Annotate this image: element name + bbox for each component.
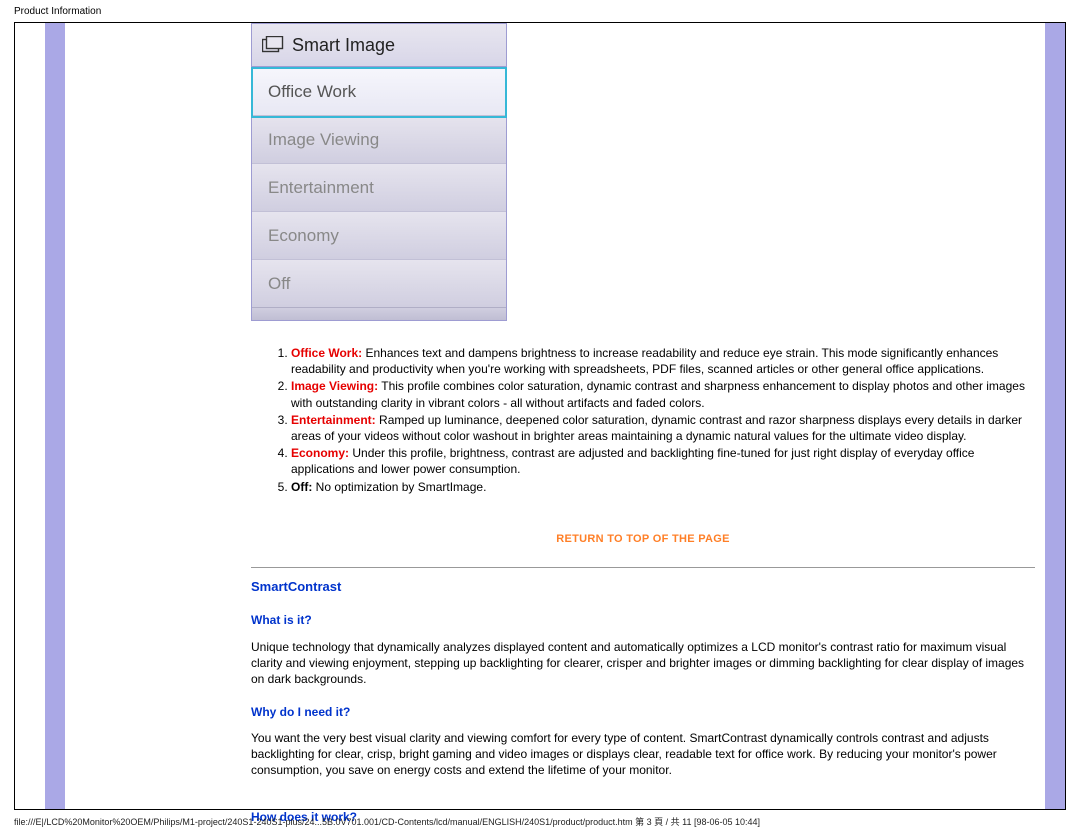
mode-economy-desc: Under this profile, brightness, contrast… xyxy=(291,446,974,476)
smartimage-osd: Smart Image Office Work Image Viewing En… xyxy=(251,23,507,321)
mode-office-work-desc: Enhances text and dampens brightness to … xyxy=(291,346,998,376)
mode-off-desc: No optimization by SmartImage. xyxy=(316,480,487,494)
smartimage-header-text: Smart Image xyxy=(292,35,395,56)
smartimage-item-economy[interactable]: Economy xyxy=(252,211,506,259)
smartcontrast-title: SmartContrast xyxy=(251,579,341,594)
mode-economy-term: Economy: xyxy=(291,446,349,460)
mode-entertainment-desc: Ramped up luminance, deepened color satu… xyxy=(291,413,1022,443)
smartimage-item-entertainment[interactable]: Entertainment xyxy=(252,163,506,211)
smartimage-item-office-work[interactable]: Office Work xyxy=(252,67,506,115)
mode-office-work-term: Office Work: xyxy=(291,346,362,360)
smartcontrast-what-is-it-body: Unique technology that dynamically analy… xyxy=(251,639,1035,688)
smartimage-item-off[interactable]: Off xyxy=(252,259,506,307)
mode-office-work: Office Work: Enhances text and dampens b… xyxy=(291,345,1035,377)
main-content: Smart Image Office Work Image Viewing En… xyxy=(251,23,1035,809)
return-to-top-link[interactable]: RETURN TO TOP OF THE PAGE xyxy=(251,533,1035,545)
mode-entertainment-term: Entertainment: xyxy=(291,413,376,427)
mode-image-viewing-term: Image Viewing: xyxy=(291,379,378,393)
smartcontrast-what-is-it-heading: What is it? xyxy=(251,613,312,627)
smartimage-menu-footer xyxy=(252,307,506,320)
mode-off: Off: No optimization by SmartImage. xyxy=(291,479,1035,495)
decorative-bar-right xyxy=(1045,23,1065,809)
smartimage-icon xyxy=(262,36,284,54)
footer-file-path: file:///E|/LCD%20Monitor%20OEM/Philips/M… xyxy=(14,815,1066,828)
mode-image-viewing-desc: This profile combines color saturation, … xyxy=(291,379,1025,409)
section-divider xyxy=(251,567,1035,568)
mode-economy: Economy: Under this profile, brightness,… xyxy=(291,445,1035,477)
mode-off-term: Off: xyxy=(291,480,312,494)
decorative-bar-left xyxy=(45,23,65,809)
mode-image-viewing: Image Viewing: This profile combines col… xyxy=(291,378,1035,410)
smartimage-header: Smart Image xyxy=(251,23,507,67)
smartimage-menu: Office Work Image Viewing Entertainment … xyxy=(251,67,507,321)
mode-descriptions-list: Office Work: Enhances text and dampens b… xyxy=(251,345,1035,496)
content-frame: Smart Image Office Work Image Viewing En… xyxy=(14,22,1066,810)
smartcontrast-why-need-body: You want the very best visual clarity an… xyxy=(251,730,1035,779)
smartimage-item-image-viewing[interactable]: Image Viewing xyxy=(252,115,506,163)
smartcontrast-why-need-heading: Why do I need it? xyxy=(251,705,350,719)
page-title: Product Information xyxy=(14,6,101,17)
mode-entertainment: Entertainment: Ramped up luminance, deep… xyxy=(291,412,1035,444)
